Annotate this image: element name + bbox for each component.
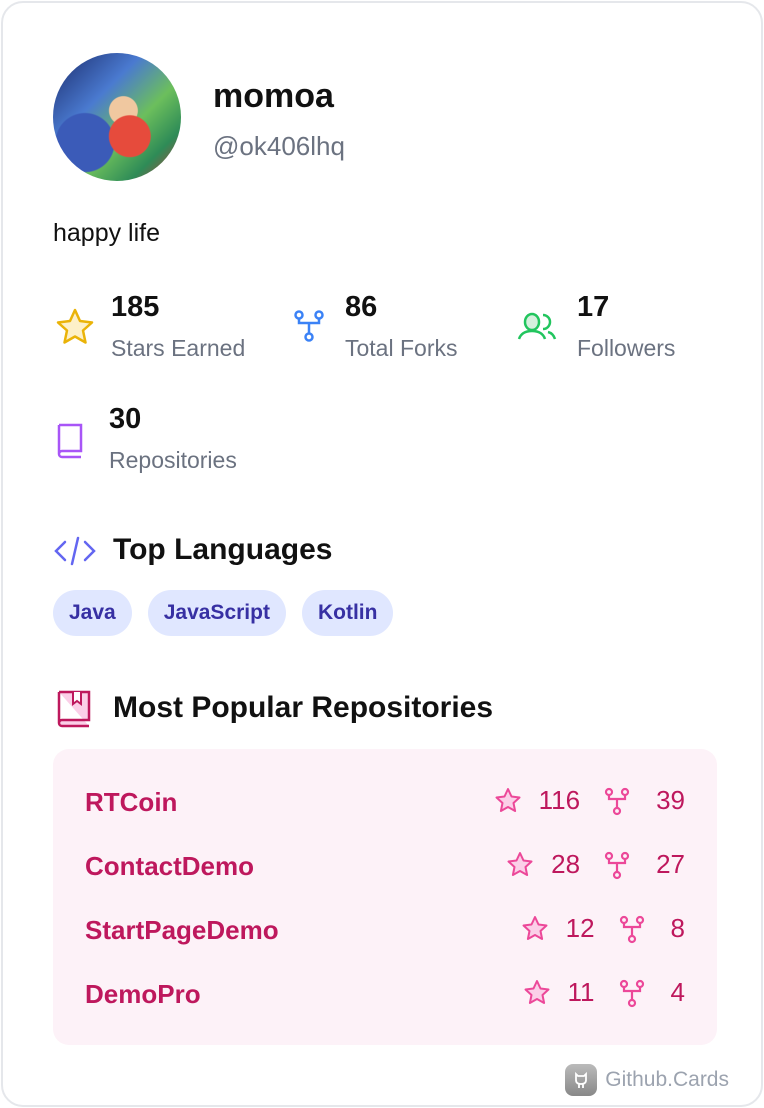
repo-meta: 28 27 bbox=[505, 849, 685, 880]
repo-name[interactable]: RTCoin bbox=[85, 787, 177, 818]
language-tag[interactable]: JavaScript bbox=[147, 590, 286, 636]
repo-book-icon bbox=[57, 690, 91, 728]
repo-stars: 28 bbox=[551, 849, 581, 879]
repo-forks: 39 bbox=[656, 785, 685, 815]
repo-row[interactable]: StartPageDemo 12 8 bbox=[85, 909, 685, 949]
language-tag[interactable]: Kotlin bbox=[301, 590, 394, 636]
book-icon bbox=[57, 423, 83, 459]
brand-label: Github.Cards bbox=[605, 1068, 729, 1091]
repo-name[interactable]: ContactDemo bbox=[85, 851, 254, 882]
profile-name: momoa bbox=[213, 77, 334, 115]
repository-list: RTCoin 116 39 ContactDemo 28 27 StartPageDem… bbox=[53, 749, 717, 1045]
stat-label: Followers bbox=[577, 335, 676, 361]
repo-stars: 11 bbox=[567, 977, 595, 1007]
github-logo-icon bbox=[565, 1064, 598, 1096]
star-icon bbox=[524, 979, 550, 1004]
stat-value: 86 bbox=[345, 291, 378, 323]
stat-value: 30 bbox=[109, 403, 142, 435]
avatar bbox=[53, 53, 181, 181]
stat-label: Stars Earned bbox=[111, 335, 246, 361]
footer-brand[interactable]: Github.Cards bbox=[565, 1064, 729, 1096]
repo-name[interactable]: StartPageDemo bbox=[85, 915, 279, 946]
profile-card: momoa @ok406lhq happy life 185 Stars Ear… bbox=[1, 1, 763, 1107]
stat-value: 17 bbox=[577, 291, 610, 323]
repo-forks: 27 bbox=[656, 849, 685, 879]
stat-value: 185 bbox=[111, 291, 160, 323]
repo-stars: 116 bbox=[538, 785, 581, 815]
star-icon bbox=[56, 308, 94, 344]
star-icon bbox=[495, 787, 521, 812]
repo-stars: 12 bbox=[565, 913, 595, 943]
repo-meta: 11 4 bbox=[522, 977, 685, 1008]
star-icon bbox=[507, 851, 533, 876]
stat-label: Repositories bbox=[109, 447, 237, 473]
repo-row[interactable]: ContactDemo 28 27 bbox=[85, 845, 685, 885]
repo-row[interactable]: RTCoin 116 39 bbox=[85, 781, 685, 821]
fork-icon bbox=[604, 787, 630, 815]
code-icon bbox=[54, 536, 96, 566]
profile-bio: happy life bbox=[53, 219, 161, 247]
users-icon bbox=[517, 312, 557, 340]
repo-forks: 4 bbox=[670, 977, 685, 1007]
repo-row[interactable]: DemoPro 11 4 bbox=[85, 973, 685, 1013]
fork-icon bbox=[604, 851, 630, 879]
fork-icon bbox=[619, 979, 644, 1007]
repo-meta: 12 8 bbox=[520, 913, 685, 944]
language-list: Java JavaScript Kotlin bbox=[53, 590, 394, 636]
profile-handle[interactable]: @ok406lhq bbox=[213, 131, 345, 162]
fork-icon bbox=[294, 310, 324, 342]
star-icon bbox=[522, 915, 548, 940]
repo-name[interactable]: DemoPro bbox=[85, 979, 201, 1010]
fork-icon bbox=[619, 915, 644, 943]
stat-label: Total Forks bbox=[345, 335, 458, 361]
repo-forks: 8 bbox=[670, 913, 685, 943]
language-tag[interactable]: Java bbox=[53, 590, 132, 636]
repo-meta: 116 39 bbox=[493, 785, 685, 816]
